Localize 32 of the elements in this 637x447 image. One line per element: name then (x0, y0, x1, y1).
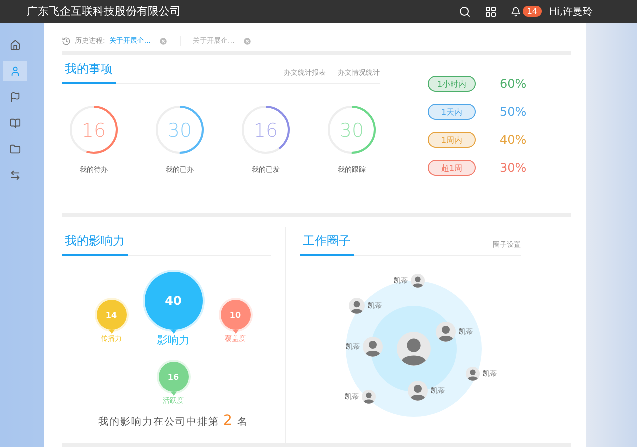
counter-value: 30 (340, 120, 364, 142)
section-tab[interactable]: 我的影响力 (62, 233, 128, 256)
percentage: 50% (500, 105, 527, 119)
bubble-label: 影响力 (157, 333, 190, 348)
percentage: 60% (500, 77, 527, 91)
avatar-icon (363, 337, 383, 357)
bell-icon[interactable] (511, 6, 522, 16)
section-tab[interactable]: 工作圈子 (300, 233, 354, 256)
percentage: 40% (500, 133, 527, 147)
avatar-icon (397, 332, 431, 366)
search-icon[interactable] (459, 6, 472, 18)
avatar-icon (466, 367, 480, 381)
user-greeting[interactable]: Hi,许曼玲 (550, 4, 593, 18)
percentage: 30% (500, 161, 527, 175)
time-range-tag: 1周内 (428, 132, 476, 148)
time-range-tag: 超1周 (428, 160, 476, 176)
avatar-icon (436, 322, 456, 342)
avatar-icon (411, 274, 425, 288)
history-icon (62, 36, 71, 46)
notification-badge: 14 (523, 6, 542, 17)
counter-value: 16 (82, 120, 106, 142)
counter-value: 16 (254, 120, 278, 142)
avatar-icon (349, 298, 365, 314)
company-name: 广东飞企互联科技股份有限公司 (27, 4, 182, 19)
time-range-tag: 1小时内 (428, 76, 476, 92)
avatar-icon (408, 381, 428, 401)
time-range-tag: 1天内 (428, 104, 476, 120)
counter-value: 30 (168, 120, 192, 142)
rank-text: 我的影响力在公司中排第 2 名 (98, 413, 250, 429)
grid-icon[interactable] (485, 6, 498, 18)
section-tab[interactable]: 我的事项 (62, 61, 116, 84)
avatar-icon (362, 390, 376, 404)
